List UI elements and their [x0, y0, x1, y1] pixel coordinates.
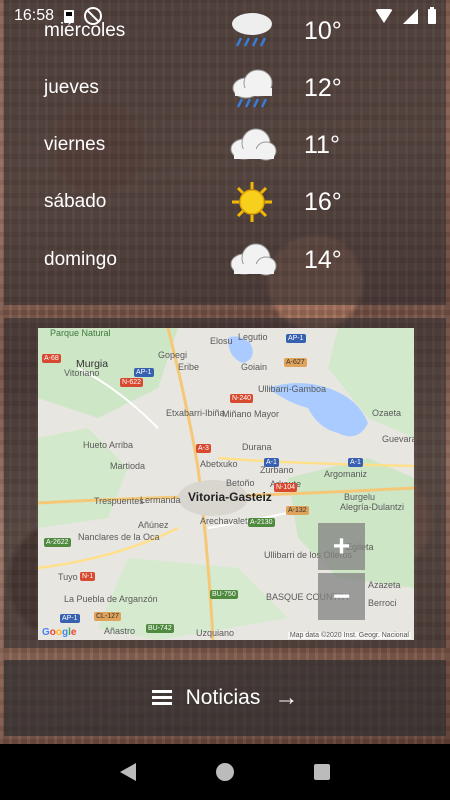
day-name: domingo — [44, 249, 117, 270]
map-label: Nanclares de la Oca — [78, 532, 160, 542]
sim-card-icon — [64, 9, 75, 23]
data-saver-icon — [84, 7, 103, 25]
road-shield: AP-1 — [60, 614, 80, 623]
map-label: Eribe — [178, 362, 200, 372]
forecast-row: jueves 12° — [4, 59, 446, 117]
forecast-panel: miércoles 10° jueves 12° viernes 11° sáb… — [4, 0, 446, 305]
cloud-icon — [230, 128, 277, 161]
road-shield: N-622 — [120, 378, 144, 387]
road-shield: A-2622 — [44, 538, 71, 547]
map-label: Trespuentes — [94, 496, 144, 506]
menu-icon — [151, 690, 172, 706]
day-temperature: 12° — [304, 73, 342, 102]
road-shield: A-132 — [286, 506, 309, 515]
status-bar: 16:58 — [0, 0, 450, 32]
road-shield: N-104 — [274, 483, 298, 492]
map-label: Gopegi — [158, 350, 188, 360]
map-view[interactable]: Parque Natural Legutio Elosu Gopegi Murg… — [38, 328, 414, 640]
map-label: Miñano Mayor — [222, 409, 280, 419]
google-logo: Google — [42, 627, 77, 638]
map-label: Azazeta — [368, 580, 401, 590]
day-name: viernes — [44, 134, 106, 155]
road-shield: BU-742 — [146, 624, 174, 633]
map-label: Añastro — [104, 626, 136, 636]
map-label: Abetxuko — [200, 459, 238, 469]
map-label: Parque Natural — [50, 328, 111, 338]
map-label: Argomaniz — [324, 469, 368, 479]
road-shield: BU-750 — [210, 590, 238, 599]
road-shield: N-1 — [80, 572, 96, 581]
cell-signal-icon — [403, 8, 418, 24]
recents-icon[interactable] — [314, 764, 330, 780]
road-shield: AP-1 — [134, 368, 154, 377]
battery-icon — [428, 6, 436, 24]
map-label: Goiain — [241, 362, 268, 372]
map-label: Burgelu — [344, 492, 376, 502]
forecast-row: domingo 14° — [4, 231, 446, 289]
zoom-out-button[interactable]: − — [318, 573, 365, 620]
map-label: Martioda — [110, 461, 146, 471]
road-shield: A-627 — [284, 358, 307, 367]
map-label: Etxabarri-Ibiña — [166, 408, 225, 418]
home-icon[interactable] — [216, 763, 234, 781]
road-shield: A-68 — [42, 354, 61, 363]
map-label: Alegría-Dulantzi — [340, 502, 405, 512]
map-label: Guevara — [382, 434, 414, 444]
cloud-rain-icon — [232, 69, 273, 108]
map-label: Ozaeta — [372, 408, 402, 418]
map-attribution: Map data ©2020 Inst. Geogr. Nacional — [287, 632, 411, 639]
map-label: Arechavaleta — [200, 516, 253, 526]
map-label: Durana — [242, 442, 272, 452]
road-shield: AP-1 — [286, 334, 306, 343]
map-label: Añúnez — [138, 520, 169, 530]
forecast-row: viernes 11° — [4, 116, 446, 174]
zoom-in-button[interactable]: + — [318, 523, 365, 570]
map-label: Elosu — [210, 336, 233, 346]
road-shield: A-1 — [264, 458, 279, 467]
map-label: Legutio — [238, 332, 268, 342]
map-label: Uzquiano — [196, 628, 235, 638]
arrow-right-icon: → — [274, 684, 299, 711]
map-label: Hueto Arriba — [83, 440, 134, 450]
road-shield: A-3 — [196, 444, 211, 453]
road-shield: N-240 — [230, 394, 254, 403]
map-label: Vitoriano — [64, 368, 100, 378]
system-navigation-bar — [0, 744, 450, 800]
status-time: 16:58 — [14, 7, 55, 24]
road-shield: CL-127 — [94, 612, 121, 621]
day-temperature: 11° — [304, 130, 340, 159]
day-name: jueves — [44, 77, 99, 98]
map-panel: Parque Natural Legutio Elosu Gopegi Murg… — [4, 318, 446, 648]
map-label: Berroci — [368, 598, 397, 608]
forecast-row: sábado 16° — [4, 173, 446, 231]
map-label: Ullibarri-Gamboa — [258, 384, 327, 394]
wifi-icon — [375, 9, 393, 23]
map-label: La Puebla de Arganzón — [64, 594, 158, 604]
map-label: Tuyo — [58, 572, 78, 582]
map-label: Lermanda — [140, 495, 181, 505]
day-name: sábado — [44, 191, 107, 212]
news-button[interactable]: Noticias → — [4, 660, 446, 736]
back-icon[interactable] — [120, 763, 136, 781]
map-label: Vitoria-Gasteiz — [188, 490, 272, 504]
sun-icon — [232, 182, 272, 222]
map-label: Betoño — [226, 478, 255, 488]
news-label: Noticias — [185, 686, 261, 709]
day-temperature: 14° — [304, 245, 342, 274]
day-temperature: 16° — [304, 187, 342, 216]
road-shield: A-2130 — [248, 518, 275, 527]
cloud-icon — [230, 243, 277, 276]
road-shield: A-1 — [348, 458, 363, 467]
